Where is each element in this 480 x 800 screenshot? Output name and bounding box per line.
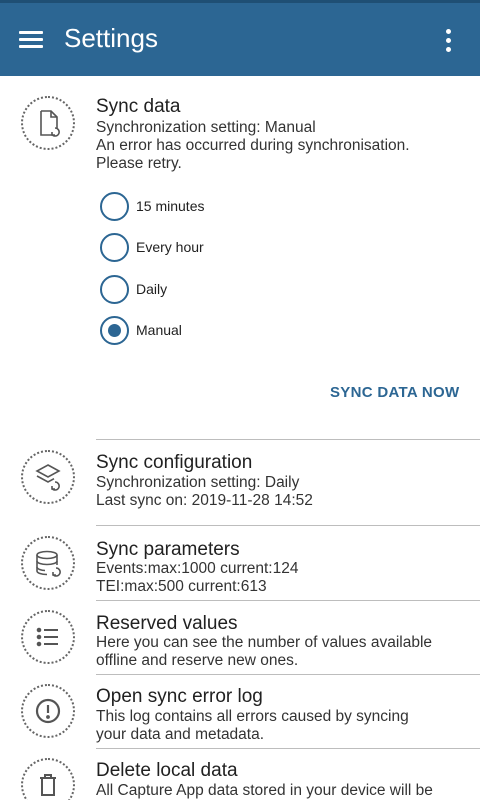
radio-label: Manual <box>136 322 182 338</box>
alert-circle-icon <box>21 684 75 738</box>
more-vert-icon[interactable] <box>434 25 464 57</box>
more-dot <box>446 47 451 52</box>
menu-icon-bar <box>19 45 43 48</box>
database-sync-icon <box>21 536 75 590</box>
reserved-values-description-cont: offline and reserve new ones. <box>96 652 299 669</box>
sync-data-now-button[interactable]: SYNC DATA NOW <box>330 384 459 408</box>
radio-button[interactable] <box>100 192 129 221</box>
file-sync-icon <box>21 96 75 150</box>
sync-parameters-events: Events:max:1000 current:124 <box>96 560 299 577</box>
sync-data-error: An error has occurred during synchronisa… <box>96 137 410 154</box>
more-dot <box>446 38 451 43</box>
error-log-description-cont: your data and metadata. <box>96 726 265 743</box>
radio-button[interactable] <box>100 275 129 304</box>
delete-data-title: Delete local data <box>96 760 238 781</box>
error-log-title: Open sync error log <box>96 686 263 707</box>
error-log-description: This log contains all errors caused by s… <box>96 708 409 725</box>
sync-data-title: Sync data <box>96 96 181 117</box>
sync-configuration-setting: Synchronization setting: Daily <box>96 474 300 491</box>
delete-data-description: All Capture App data stored in your devi… <box>96 782 433 799</box>
radio-selected-dot <box>107 323 121 337</box>
radio-button[interactable] <box>100 233 129 262</box>
layers-sync-icon <box>21 450 75 504</box>
radio-button-selected[interactable] <box>100 316 129 345</box>
more-dot <box>446 29 451 34</box>
list-icon <box>21 610 75 664</box>
reserved-values-title: Reserved values <box>96 613 238 634</box>
sync-configuration-title: Sync configuration <box>96 452 253 473</box>
page-title: Settings <box>64 23 158 53</box>
app-bar: Settings <box>0 0 480 76</box>
sync-configuration-last-sync: Last sync on: 2019-11-28 14:52 <box>96 492 313 509</box>
radio-label: 15 minutes <box>136 198 205 214</box>
menu-icon[interactable] <box>16 25 48 57</box>
sync-data-setting: Synchronization setting: Manual <box>96 119 316 136</box>
menu-icon-bar <box>19 38 43 41</box>
radio-label: Daily <box>136 281 168 297</box>
menu-icon-bar <box>19 31 43 34</box>
sync-parameters-title: Sync parameters <box>96 539 240 560</box>
sync-parameters-tei: TEI:max:500 current:613 <box>96 578 267 595</box>
sync-data-error-retry: Please retry. <box>96 155 182 172</box>
radio-label: Every hour <box>136 239 204 255</box>
reserved-values-description: Here you can see the number of values av… <box>96 634 433 651</box>
